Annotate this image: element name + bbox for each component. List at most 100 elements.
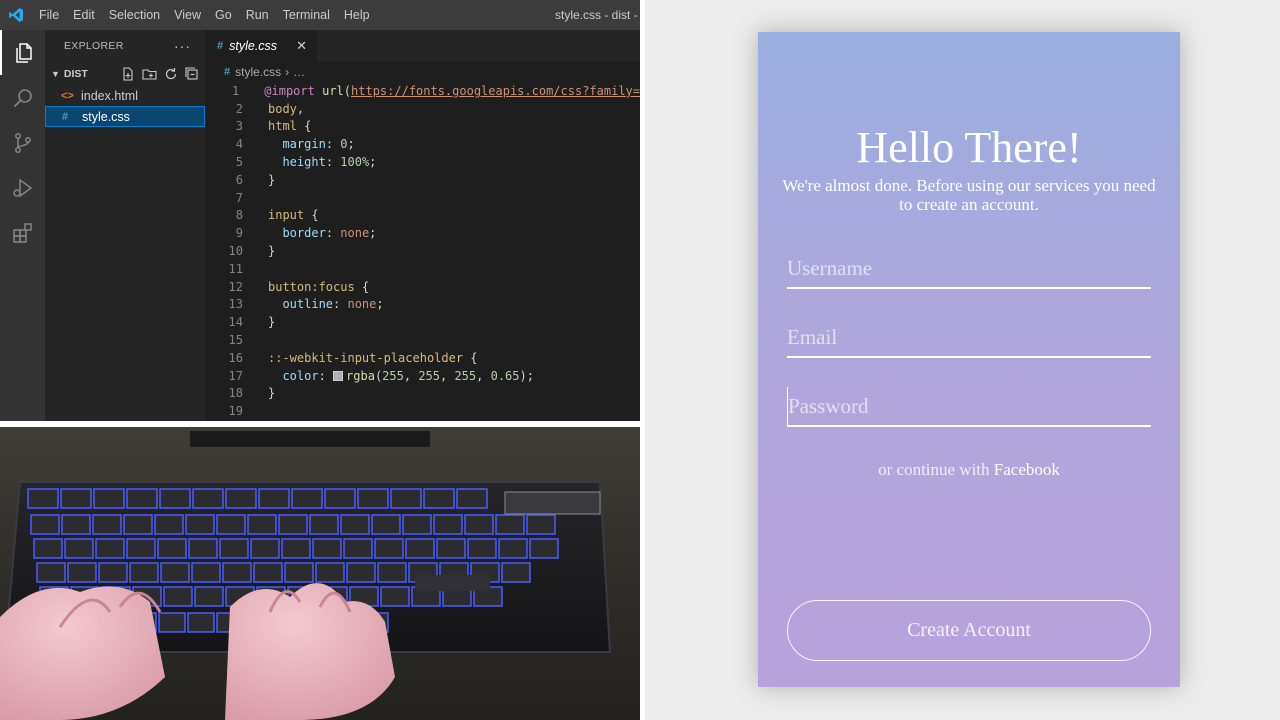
- keyboard-key: [92, 514, 122, 535]
- code-line: 10}: [205, 242, 640, 260]
- menu-selection[interactable]: Selection: [102, 0, 167, 30]
- file-index-html[interactable]: <> index.html: [45, 85, 205, 106]
- code-token: :: [325, 137, 341, 152]
- line-content: margin: 0;: [243, 137, 355, 152]
- code-token: none: [347, 297, 377, 312]
- collapse-all-icon[interactable]: [185, 67, 199, 81]
- breadcrumb-file[interactable]: style.css: [235, 65, 281, 79]
- code-token: ;: [369, 155, 377, 170]
- keyboard-key: [464, 514, 494, 535]
- code-token: ;: [376, 297, 384, 312]
- code-token: {: [354, 279, 370, 294]
- keyboard-key: [98, 562, 128, 583]
- email-input[interactable]: Email: [787, 318, 1151, 358]
- code-token: url: [322, 83, 344, 98]
- keyboard-key: [498, 538, 528, 559]
- line-number: 16: [228, 350, 243, 365]
- keyboard-video: [0, 427, 640, 720]
- code-token: input: [268, 208, 305, 223]
- keyboard-key: [340, 514, 370, 535]
- extensions-activity-button[interactable]: [0, 210, 45, 255]
- menu-go[interactable]: Go: [208, 0, 239, 30]
- menu-terminal[interactable]: Terminal: [276, 0, 337, 30]
- keyboard-key: [159, 488, 191, 509]
- code-token: 255: [382, 368, 404, 383]
- menu-edit[interactable]: Edit: [66, 0, 102, 30]
- code-token: ::-webkit-input-placeholder: [268, 350, 464, 365]
- line-content: }: [243, 173, 275, 187]
- code-token: ,: [440, 368, 455, 383]
- color-swatch-icon: [333, 370, 344, 381]
- keyboard-key: [60, 488, 92, 509]
- editor-area: # style.css ✕ # style.css › … 1 @import u…: [205, 30, 640, 421]
- code-token: :: [318, 368, 334, 383]
- keyboard-key: [390, 488, 422, 509]
- close-icon[interactable]: ✕: [296, 38, 307, 54]
- run-debug-activity-button[interactable]: [0, 165, 45, 210]
- facebook-link[interactable]: Facebook: [994, 460, 1060, 479]
- keyboard-key: [324, 488, 356, 509]
- keyboard-key: [219, 538, 249, 559]
- keyboard-key: [247, 514, 277, 535]
- code-line: 7: [205, 189, 640, 207]
- code-token: ,: [403, 368, 419, 383]
- code-line: 8 input {: [205, 207, 640, 225]
- line-number: 3: [235, 119, 243, 134]
- signup-card: Hello There! We're almost done. Before u…: [758, 32, 1180, 687]
- card-subtitle: We're almost done. Before using our serv…: [782, 176, 1156, 214]
- keyboard-key: [188, 538, 218, 559]
- code-line: 13 outline: none;: [205, 296, 640, 314]
- explorer-activity-button[interactable]: [0, 30, 45, 75]
- source-control-icon: [14, 132, 31, 153]
- code-token: :: [333, 297, 348, 312]
- code-token: outline: [282, 297, 334, 312]
- tab-label: style.css: [229, 39, 278, 53]
- menu-view[interactable]: View: [167, 0, 208, 30]
- keyboard-key: [423, 488, 455, 509]
- vscode-logo-icon: [0, 0, 32, 30]
- line-number: 4: [235, 137, 243, 152]
- line-content: }: [243, 315, 275, 329]
- create-account-button[interactable]: Create Account: [787, 600, 1151, 661]
- keyboard-key: [157, 538, 187, 559]
- code-token: 0.65: [490, 368, 520, 383]
- line-number: 1: [232, 83, 240, 98]
- search-activity-button[interactable]: [0, 75, 45, 120]
- code-line: 14}: [205, 313, 640, 331]
- menu-run[interactable]: Run: [239, 0, 276, 30]
- menu-help[interactable]: Help: [337, 0, 377, 30]
- code-token: ;: [347, 137, 355, 152]
- keyboard-key: [36, 562, 66, 583]
- password-input[interactable]: Password: [787, 387, 1151, 427]
- new-file-icon[interactable]: [121, 67, 135, 81]
- keyboard-key: [126, 538, 156, 559]
- code-editor[interactable]: 1 @import url(https://fonts.googleapis.co…: [205, 82, 640, 420]
- folder-dist[interactable]: ▼ DIST: [45, 63, 205, 85]
- file-style-css[interactable]: # style.css: [45, 106, 205, 127]
- line-number: 2: [235, 101, 243, 116]
- keyboard-key: [93, 488, 125, 509]
- keyboard-key: [61, 514, 91, 535]
- keyboard-key: [371, 514, 401, 535]
- keyboard-key: [501, 562, 531, 583]
- username-input[interactable]: Username: [787, 249, 1151, 289]
- code-line: 9 border: none;: [205, 224, 640, 242]
- breadcrumb-rest[interactable]: …: [293, 65, 305, 79]
- keyboard-key: [222, 562, 252, 583]
- chevron-right-icon: ›: [285, 65, 290, 79]
- tab-style-css[interactable]: # style.css ✕: [205, 30, 317, 62]
- more-actions-button[interactable]: ···: [174, 38, 191, 54]
- run-debug-icon: [12, 178, 32, 197]
- keyboard-key: [27, 488, 59, 509]
- refresh-icon[interactable]: [164, 67, 178, 81]
- keyboard-key: [405, 538, 435, 559]
- code-token: (: [343, 83, 352, 98]
- menu-file[interactable]: File: [32, 0, 66, 30]
- new-folder-icon[interactable]: [142, 67, 157, 81]
- keyboard-key: [126, 488, 158, 509]
- code-token: }: [268, 386, 276, 401]
- source-control-activity-button[interactable]: [0, 120, 45, 165]
- keyboard-key: [185, 514, 215, 535]
